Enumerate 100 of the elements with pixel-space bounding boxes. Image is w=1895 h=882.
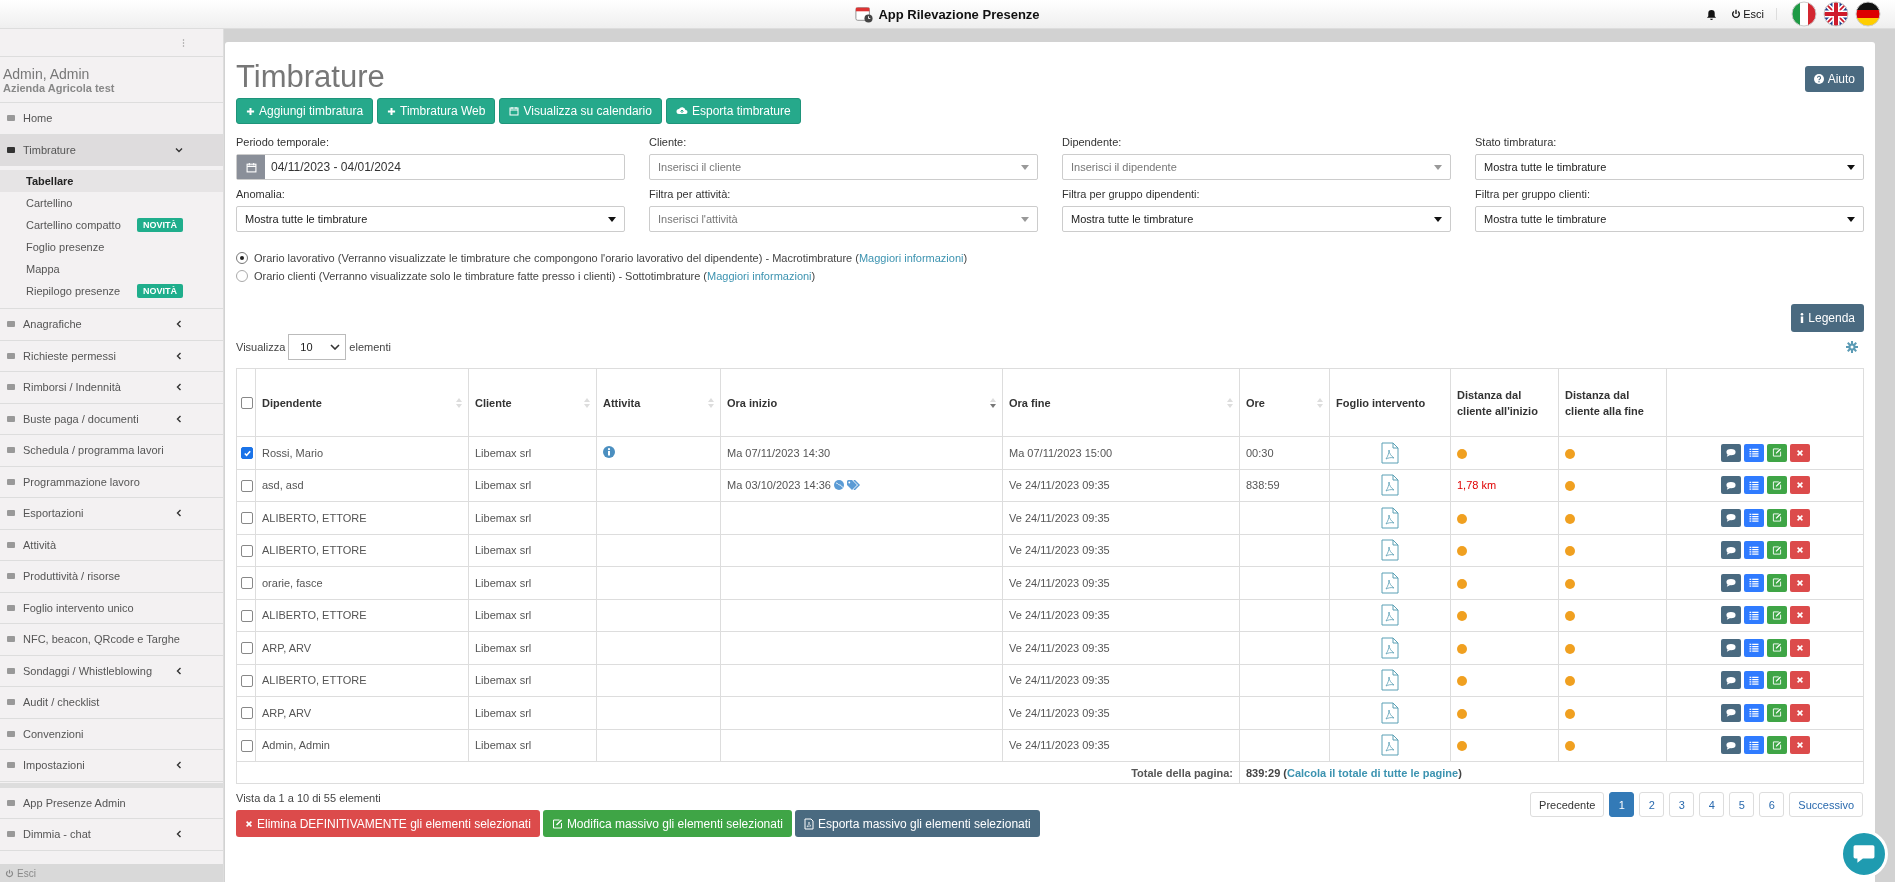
edit-button[interactable] xyxy=(1766,508,1787,527)
select-all-checkbox[interactable] xyxy=(241,397,253,410)
sidebar-item[interactable]: Convenzioni xyxy=(0,718,223,750)
comment-button[interactable] xyxy=(1720,638,1741,657)
pdf-file-icon[interactable] xyxy=(1381,539,1399,562)
delete-button[interactable] xyxy=(1789,508,1810,527)
sidebar-item[interactable]: Impostazioni xyxy=(0,750,223,782)
sidebar-item[interactable]: Dimmia - chat xyxy=(0,819,223,851)
sidebar-item[interactable]: App Presenze Admin xyxy=(0,787,223,819)
page-length-dropdown[interactable]: 10 xyxy=(288,334,347,360)
bell-icon[interactable] xyxy=(1706,8,1718,20)
list-button[interactable] xyxy=(1743,443,1764,462)
submenu-item[interactable]: Riepilogo presenze NOVITÀ xyxy=(0,280,223,302)
edit-button[interactable] xyxy=(1766,638,1787,657)
column-header[interactable]: Ore xyxy=(1239,368,1330,437)
delete-button[interactable] xyxy=(1789,443,1810,462)
delete-button[interactable] xyxy=(1789,573,1810,592)
page-button[interactable]: 2 xyxy=(1639,792,1665,817)
bulk-action-button[interactable]: Esporta massivo gli elementi selezionati xyxy=(794,810,1040,837)
sidebar-item[interactable]: Produttività / risorse xyxy=(0,561,223,593)
pdf-file-icon[interactable] xyxy=(1381,701,1399,724)
sidebar-item[interactable]: NFC, beacon, QRcode e Targhe xyxy=(0,624,223,656)
calculate-total-link[interactable]: Calcola il totale di tutte le pagine xyxy=(1287,766,1459,779)
row-checkbox[interactable] xyxy=(241,674,253,687)
row-checkbox[interactable] xyxy=(241,447,253,460)
column-header[interactable]: Ora inizio xyxy=(720,368,1003,437)
row-checkbox[interactable] xyxy=(241,577,253,590)
sidebar-item[interactable]: Attività xyxy=(0,529,223,561)
comment-button[interactable] xyxy=(1720,573,1741,592)
comment-button[interactable] xyxy=(1720,508,1741,527)
pdf-file-icon[interactable] xyxy=(1381,734,1399,757)
more-info-link[interactable]: Maggiori informazioni xyxy=(858,252,964,264)
italian-flag-icon[interactable] xyxy=(1791,1,1817,27)
page-button[interactable]: 4 xyxy=(1699,792,1725,817)
dropdown-field[interactable]: Mostra tutte le timbrature xyxy=(236,206,625,232)
sidebar-item[interactable]: Programmazione lavoro xyxy=(0,466,223,498)
comment-button[interactable] xyxy=(1720,476,1741,495)
submenu-item[interactable]: Cartellino compatto NOVITÀ xyxy=(0,214,223,236)
date-range-field[interactable]: 04/11/2023 - 04/01/2024 xyxy=(236,154,625,180)
sidebar-item[interactable]: Buste paga / documenti xyxy=(0,403,223,435)
sidebar-item[interactable]: Richieste permessi xyxy=(0,340,223,372)
page-button[interactable]: 1 xyxy=(1609,792,1635,817)
sidebar-item[interactable]: Audit / checklist xyxy=(0,687,223,719)
column-header[interactable]: Distanza dal cliente all'inizio xyxy=(1450,368,1559,437)
page-button[interactable]: 3 xyxy=(1669,792,1695,817)
list-button[interactable] xyxy=(1743,736,1764,755)
delete-button[interactable] xyxy=(1789,606,1810,625)
row-checkbox[interactable] xyxy=(241,609,253,622)
delete-button[interactable] xyxy=(1789,476,1810,495)
edit-button[interactable] xyxy=(1766,671,1787,690)
pdf-file-icon[interactable] xyxy=(1381,669,1399,692)
sidebar-item[interactable]: Home xyxy=(0,103,223,135)
dropdown-field[interactable]: Mostra tutte le timbrature xyxy=(1475,206,1864,232)
sort-icon[interactable] xyxy=(990,397,996,408)
comment-button[interactable] xyxy=(1720,443,1741,462)
sidebar-item[interactable]: Timbrature xyxy=(0,134,223,166)
pdf-file-icon[interactable] xyxy=(1381,441,1399,464)
edit-button[interactable] xyxy=(1766,541,1787,560)
row-checkbox[interactable] xyxy=(241,739,253,752)
column-header[interactable]: Foglio intervento xyxy=(1329,368,1451,437)
comment-button[interactable] xyxy=(1720,703,1741,722)
settings-icon[interactable] xyxy=(1846,341,1858,353)
submenu-item[interactable]: Cartellino xyxy=(0,192,223,214)
search-select-field[interactable]: Inserisci il dipendente xyxy=(1062,154,1451,180)
sidebar-item[interactable]: Schedula / programma lavori xyxy=(0,435,223,467)
row-checkbox[interactable] xyxy=(241,707,253,720)
logout-link[interactable]: Esci xyxy=(1731,8,1777,20)
sidebar-item[interactable]: Anagrafiche xyxy=(0,309,223,341)
sidebar-item[interactable]: Foglio intervento unico xyxy=(0,592,223,624)
list-button[interactable] xyxy=(1743,671,1764,690)
column-header[interactable]: Ora fine xyxy=(1002,368,1240,437)
list-button[interactable] xyxy=(1743,638,1764,657)
edit-button[interactable] xyxy=(1766,606,1787,625)
sidebar-item[interactable]: Esportazioni xyxy=(0,498,223,530)
edit-button[interactable] xyxy=(1766,736,1787,755)
info-icon[interactable] xyxy=(603,445,615,458)
delete-button[interactable] xyxy=(1789,736,1810,755)
radio-button[interactable] xyxy=(236,252,248,264)
dropdown-field[interactable]: Mostra tutte le timbrature xyxy=(1062,206,1451,232)
column-header[interactable]: Cliente xyxy=(468,368,597,437)
german-flag-icon[interactable] xyxy=(1855,1,1881,27)
search-select-field[interactable]: Inserisci l'attività xyxy=(649,206,1038,232)
row-checkbox[interactable] xyxy=(241,544,253,557)
comment-button[interactable] xyxy=(1720,541,1741,560)
sidebar-item[interactable]: Sondaggi / Whistleblowing xyxy=(0,655,223,687)
dropdown-field[interactable]: Mostra tutte le timbrature xyxy=(1475,154,1864,180)
pdf-file-icon[interactable] xyxy=(1381,604,1399,627)
edit-button[interactable] xyxy=(1766,443,1787,462)
comment-button[interactable] xyxy=(1720,671,1741,690)
submenu-item[interactable]: Mappa xyxy=(0,258,223,280)
pdf-file-icon[interactable] xyxy=(1381,506,1399,529)
comment-button[interactable] xyxy=(1720,736,1741,755)
list-button[interactable] xyxy=(1743,606,1764,625)
column-header[interactable]: Dipendente xyxy=(255,368,469,437)
british-flag-icon[interactable] xyxy=(1823,1,1849,27)
row-checkbox[interactable] xyxy=(241,642,253,655)
edit-button[interactable] xyxy=(1766,703,1787,722)
more-info-link[interactable]: Maggiori informazioni xyxy=(707,270,812,282)
comment-button[interactable] xyxy=(1720,606,1741,625)
list-button[interactable] xyxy=(1743,573,1764,592)
